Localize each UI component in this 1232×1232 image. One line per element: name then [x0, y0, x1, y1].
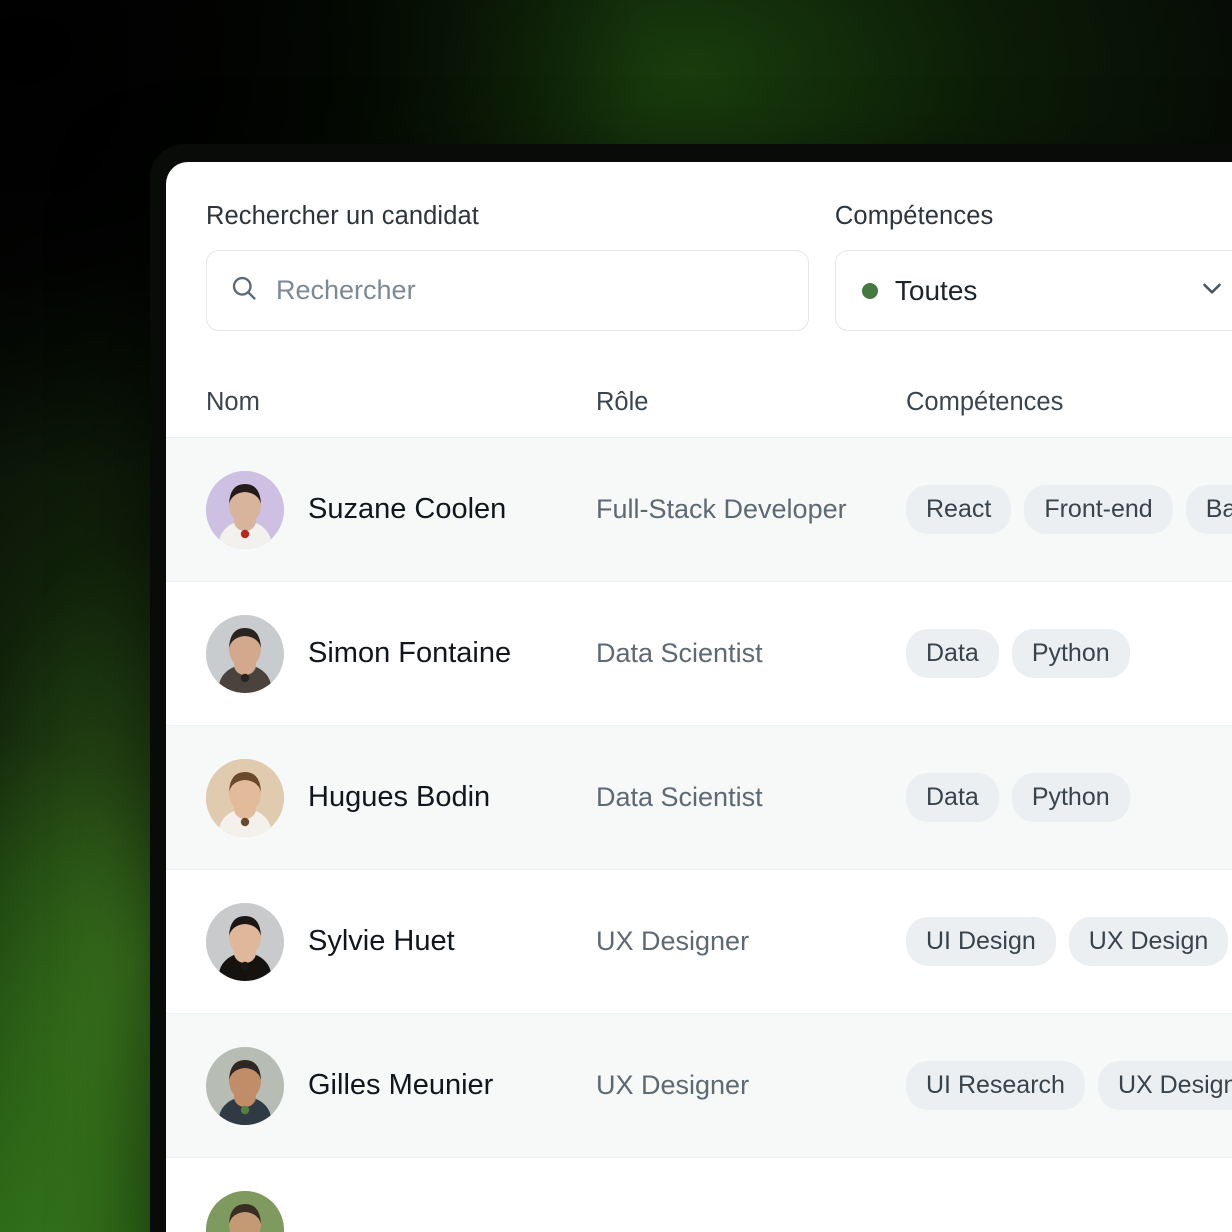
skills-filter-value: Toutes	[894, 274, 978, 306]
skill-tag[interactable]: Data	[906, 773, 999, 822]
skill-tag[interactable]: Front-end	[1024, 485, 1173, 534]
skill-tag-list: ReactFront-end Back-end	[906, 485, 1232, 534]
table-row[interactable]: Suzane Coolen Full-Stack Developer React Fr…	[166, 438, 1232, 582]
skills-filter-select[interactable]: Toutes	[834, 250, 1232, 331]
candidates-table: Nom Rôle Compétences Suzane Coolen Full-S…	[166, 368, 1232, 1232]
app-screen: Rechercher un candidat Compétences Toute	[166, 162, 1232, 1232]
filter-bar: Rechercher un candidat Compétences Toute	[166, 162, 1232, 331]
candidate-name: Sylvie Huet	[308, 925, 455, 957]
candidate-name: Suzane Coolen	[308, 493, 507, 525]
table-row[interactable]: Gilles Meunier UX Designer UI Research UX D…	[166, 1014, 1232, 1158]
column-header-role: Rôle	[596, 388, 649, 416]
skill-tag-list: UI DesignUX DesignFigma	[906, 917, 1232, 966]
candidate-role: Data Scientist	[596, 638, 763, 668]
skill-tag[interactable]: UI Design	[906, 917, 1056, 966]
skill-tag-list: Data Python	[906, 629, 1232, 678]
cell-name	[206, 1190, 596, 1232]
avatar	[206, 470, 284, 549]
table-body: Suzane Coolen Full-Stack Developer React Fr…	[166, 438, 1232, 1232]
column-header-skills: Compétences	[906, 388, 1064, 416]
table-row[interactable]: Sylvie Huet UX Designer UI Design UX Design…	[166, 870, 1232, 1014]
candidate-role: UX Designer	[596, 926, 750, 956]
cell-name: Gilles Meunier	[206, 1046, 596, 1125]
avatar	[206, 758, 284, 837]
search-input[interactable]	[276, 275, 786, 306]
table-header-row: Nom Rôle Compétences	[166, 368, 1232, 438]
cell-name: Simon Fontaine	[206, 614, 596, 693]
table-row[interactable]	[166, 1158, 1232, 1232]
skill-tag[interactable]: Python	[1011, 629, 1130, 678]
search-input-wrapper[interactable]	[206, 250, 809, 331]
cell-name: Sylvie Huet	[206, 902, 596, 981]
avatar	[206, 902, 284, 981]
candidate-name: Hugues Bodin	[308, 781, 491, 813]
search-icon	[229, 273, 259, 308]
candidate-name: Simon Fontaine	[308, 637, 512, 669]
skill-tag-list: Data Python	[906, 773, 1232, 822]
cell-name: Suzane Coolen	[206, 470, 596, 549]
skill-tag[interactable]: UI Research	[906, 1061, 1085, 1110]
avatar	[206, 1190, 284, 1232]
skill-tag[interactable]: Data	[906, 629, 999, 678]
skill-tag[interactable]: Back-end	[1185, 485, 1232, 534]
skills-filter-label: Compétences	[834, 202, 994, 230]
cell-name: Hugues Bodin	[206, 758, 596, 837]
candidate-role: Full-Stack Developer	[596, 494, 847, 524]
candidate-name: Gilles Meunier	[308, 1069, 494, 1101]
search-field-group: Rechercher un candidat	[206, 202, 809, 331]
candidate-role: UX Designer	[596, 1070, 750, 1100]
skill-tag[interactable]: UX Design	[1097, 1061, 1232, 1110]
skill-tag[interactable]: UX Design	[1068, 917, 1229, 966]
column-header-name: Nom	[206, 388, 260, 416]
skill-tag[interactable]: React	[906, 485, 1012, 534]
candidate-role: Data Scientist	[596, 782, 763, 812]
avatar	[206, 1046, 284, 1125]
device-frame: Rechercher un candidat Compétences Toute	[150, 144, 1232, 1232]
avatar	[206, 614, 284, 693]
search-label: Rechercher un candidat	[206, 202, 479, 230]
skills-filter-group: Compétences Toutes	[834, 202, 1232, 331]
table-row[interactable]: Simon Fontaine Data Scientist Data Python	[166, 582, 1232, 726]
skill-tag-list: UI Research UX Design	[906, 1061, 1232, 1110]
table-row[interactable]: Hugues Bodin Data Scientist Data Python	[166, 726, 1232, 870]
status-dot-icon	[861, 282, 878, 299]
skill-tag[interactable]: Python	[1011, 773, 1130, 822]
chevron-down-icon[interactable]	[1197, 273, 1227, 308]
